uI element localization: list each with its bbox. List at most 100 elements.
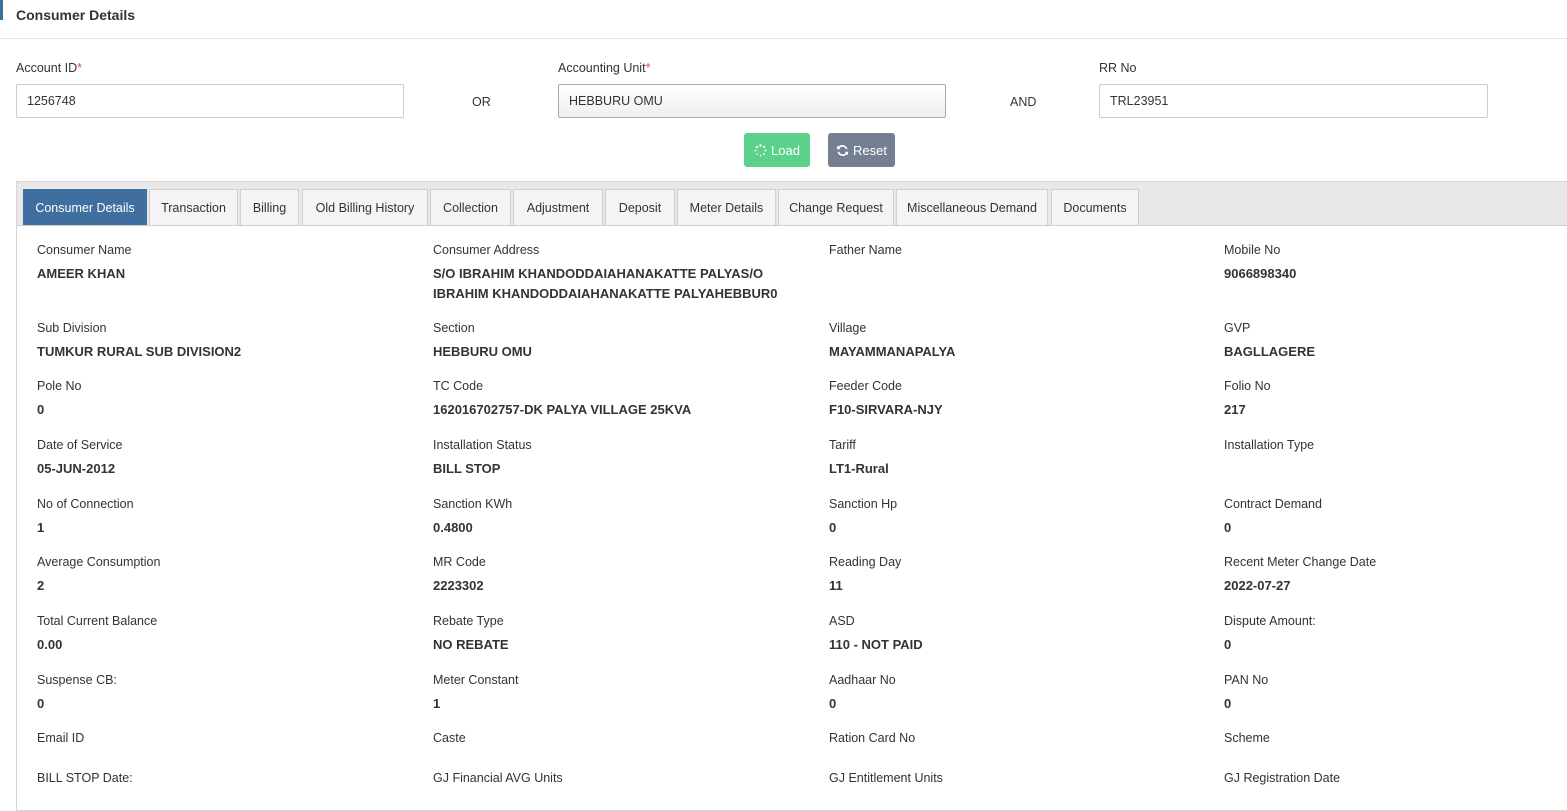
detail-pole-no: Pole No 0	[37, 378, 417, 420]
detail-label: Recent Meter Change Date	[1224, 555, 1377, 569]
tab-adjustment[interactable]: Adjustment	[513, 189, 603, 225]
tab-transaction[interactable]: Transaction	[149, 189, 238, 225]
detail-gj-registration-date: GJ Registration Date	[1224, 770, 1567, 786]
detail-label: Average Consumption	[37, 555, 161, 569]
detail-father-name: Father Name	[829, 242, 1209, 264]
detail-label: Sub Division	[37, 321, 107, 335]
reset-button[interactable]: Reset	[828, 133, 895, 167]
tab-bar: Consumer Details Transaction Billing Old…	[17, 182, 1567, 226]
detail-label: Consumer Name	[37, 243, 132, 257]
load-button-label: Load	[771, 142, 800, 158]
spinner-icon	[754, 143, 767, 157]
detail-average-consumption: Average Consumption 2	[37, 554, 417, 596]
detail-label: Installation Status	[433, 438, 532, 452]
detail-label: Pole No	[37, 379, 82, 393]
accounting-unit-select[interactable]: HEBBURU OMU	[558, 84, 946, 118]
detail-label: Installation Type	[1224, 438, 1315, 452]
detail-value: TUMKUR RURAL SUB DIVISION2	[37, 344, 242, 359]
detail-label: PAN No	[1224, 673, 1269, 687]
detail-value: 11	[829, 578, 843, 593]
header-accent-bar	[0, 0, 3, 20]
detail-section: Section HEBBURU OMU	[433, 320, 813, 362]
detail-label: Dispute Amount:	[1224, 614, 1316, 628]
detail-label: Email ID	[37, 731, 85, 745]
detail-tc-code: TC Code 162016702757-DK PALYA VILLAGE 25…	[433, 378, 813, 420]
detail-value: 2	[37, 578, 45, 593]
detail-sanction-kwh: Sanction KWh 0.4800	[433, 496, 813, 538]
tab-deposit[interactable]: Deposit	[605, 189, 675, 225]
detail-date-of-service: Date of Service 05-JUN-2012	[37, 437, 417, 479]
detail-ration-card-no: Ration Card No	[829, 730, 1209, 752]
detail-label: Caste	[433, 731, 466, 745]
detail-value: 05-JUN-2012	[37, 461, 116, 476]
accounting-unit-label-text: Accounting Unit	[558, 61, 646, 75]
account-id-input[interactable]: 1256748	[16, 84, 404, 118]
detail-label: Rebate Type	[433, 614, 504, 628]
detail-label: Consumer Address	[433, 243, 540, 257]
detail-label: GJ Entitlement Units	[829, 771, 943, 785]
detail-label: Sanction Hp	[829, 497, 898, 511]
detail-pan-no: PAN No 0	[1224, 672, 1567, 714]
detail-sub-division: Sub Division TUMKUR RURAL SUB DIVISION2	[37, 320, 417, 362]
detail-label: ASD	[829, 614, 855, 628]
detail-feeder-code: Feeder Code F10-SIRVARA-NJY	[829, 378, 1209, 420]
reset-button-label: Reset	[853, 142, 887, 158]
detail-sanction-hp: Sanction Hp 0	[829, 496, 1209, 538]
detail-installation-status: Installation Status BILL STOP	[433, 437, 813, 479]
detail-value: 1	[37, 520, 45, 535]
detail-scheme: Scheme	[1224, 730, 1567, 752]
detail-reading-day: Reading Day 11	[829, 554, 1209, 596]
tab-collection[interactable]: Collection	[430, 189, 511, 225]
detail-gvp: GVP BAGLLAGERE	[1224, 320, 1567, 362]
detail-value: HEBBURU OMU	[433, 344, 532, 359]
tab-documents[interactable]: Documents	[1051, 189, 1139, 225]
rr-no-input[interactable]: TRL23951	[1099, 84, 1488, 118]
detail-recent-meter-change-date: Recent Meter Change Date 2022-07-27	[1224, 554, 1567, 596]
detail-village: Village MAYAMMANAPALYA	[829, 320, 1209, 362]
required-mark: *	[645, 61, 651, 75]
detail-label: Reading Day	[829, 555, 902, 569]
detail-folio-no: Folio No 217	[1224, 378, 1567, 420]
detail-label: Meter Constant	[433, 673, 519, 687]
detail-total-current-balance: Total Current Balance 0.00	[37, 613, 417, 655]
detail-value: F10-SIRVARA-NJY	[829, 402, 943, 417]
detail-bill-stop-date: BILL STOP Date:	[37, 770, 417, 786]
tab-old-billing-history[interactable]: Old Billing History	[302, 189, 428, 225]
account-id-label: Account ID*	[16, 61, 82, 75]
detail-value: 110 - NOT PAID	[829, 637, 923, 652]
tab-meter-details[interactable]: Meter Details	[677, 189, 776, 225]
detail-value: 217	[1224, 402, 1246, 417]
detail-label: Suspense CB:	[37, 673, 117, 687]
detail-label: Date of Service	[37, 438, 123, 452]
detail-value: 162016702757-DK PALYA VILLAGE 25KVA	[433, 402, 692, 417]
detail-label: Folio No	[1224, 379, 1271, 393]
detail-label: No of Connection	[37, 497, 134, 511]
detail-label: Aadhaar No	[829, 673, 896, 687]
detail-value: 0.00	[37, 637, 63, 652]
tab-consumer-details[interactable]: Consumer Details	[23, 189, 147, 225]
detail-value: S/O IBRAHIM KHANDODDAIAHANAKATTE PALYAS/…	[433, 266, 778, 301]
detail-label: GJ Registration Date	[1224, 771, 1341, 785]
detail-dispute-amount: Dispute Amount: 0	[1224, 613, 1567, 655]
detail-label: BILL STOP Date:	[37, 771, 133, 785]
detail-label: Scheme	[1224, 731, 1270, 745]
page-header: Consumer Details	[0, 0, 1567, 39]
detail-value: 0	[1224, 637, 1232, 652]
detail-consumer-address: Consumer Address S/O IBRAHIM KHANDODDAIA…	[433, 242, 813, 304]
detail-no-of-connection: No of Connection 1	[37, 496, 417, 538]
detail-label: Feeder Code	[829, 379, 902, 393]
detail-value: AMEER KHAN	[37, 266, 126, 281]
tab-billing[interactable]: Billing	[240, 189, 299, 225]
tab-change-request[interactable]: Change Request	[778, 189, 894, 225]
detail-label: Tariff	[829, 438, 856, 452]
tab-miscellaneous-demand[interactable]: Miscellaneous Demand	[896, 189, 1048, 225]
detail-value: 0	[829, 520, 837, 535]
detail-label: Section	[433, 321, 475, 335]
detail-label: MR Code	[433, 555, 486, 569]
load-button[interactable]: Load	[744, 133, 810, 167]
detail-label: Ration Card No	[829, 731, 916, 745]
detail-value: NO REBATE	[433, 637, 509, 652]
detail-asd: ASD 110 - NOT PAID	[829, 613, 1209, 655]
or-connector: OR	[472, 95, 491, 109]
detail-email-id: Email ID	[37, 730, 417, 752]
